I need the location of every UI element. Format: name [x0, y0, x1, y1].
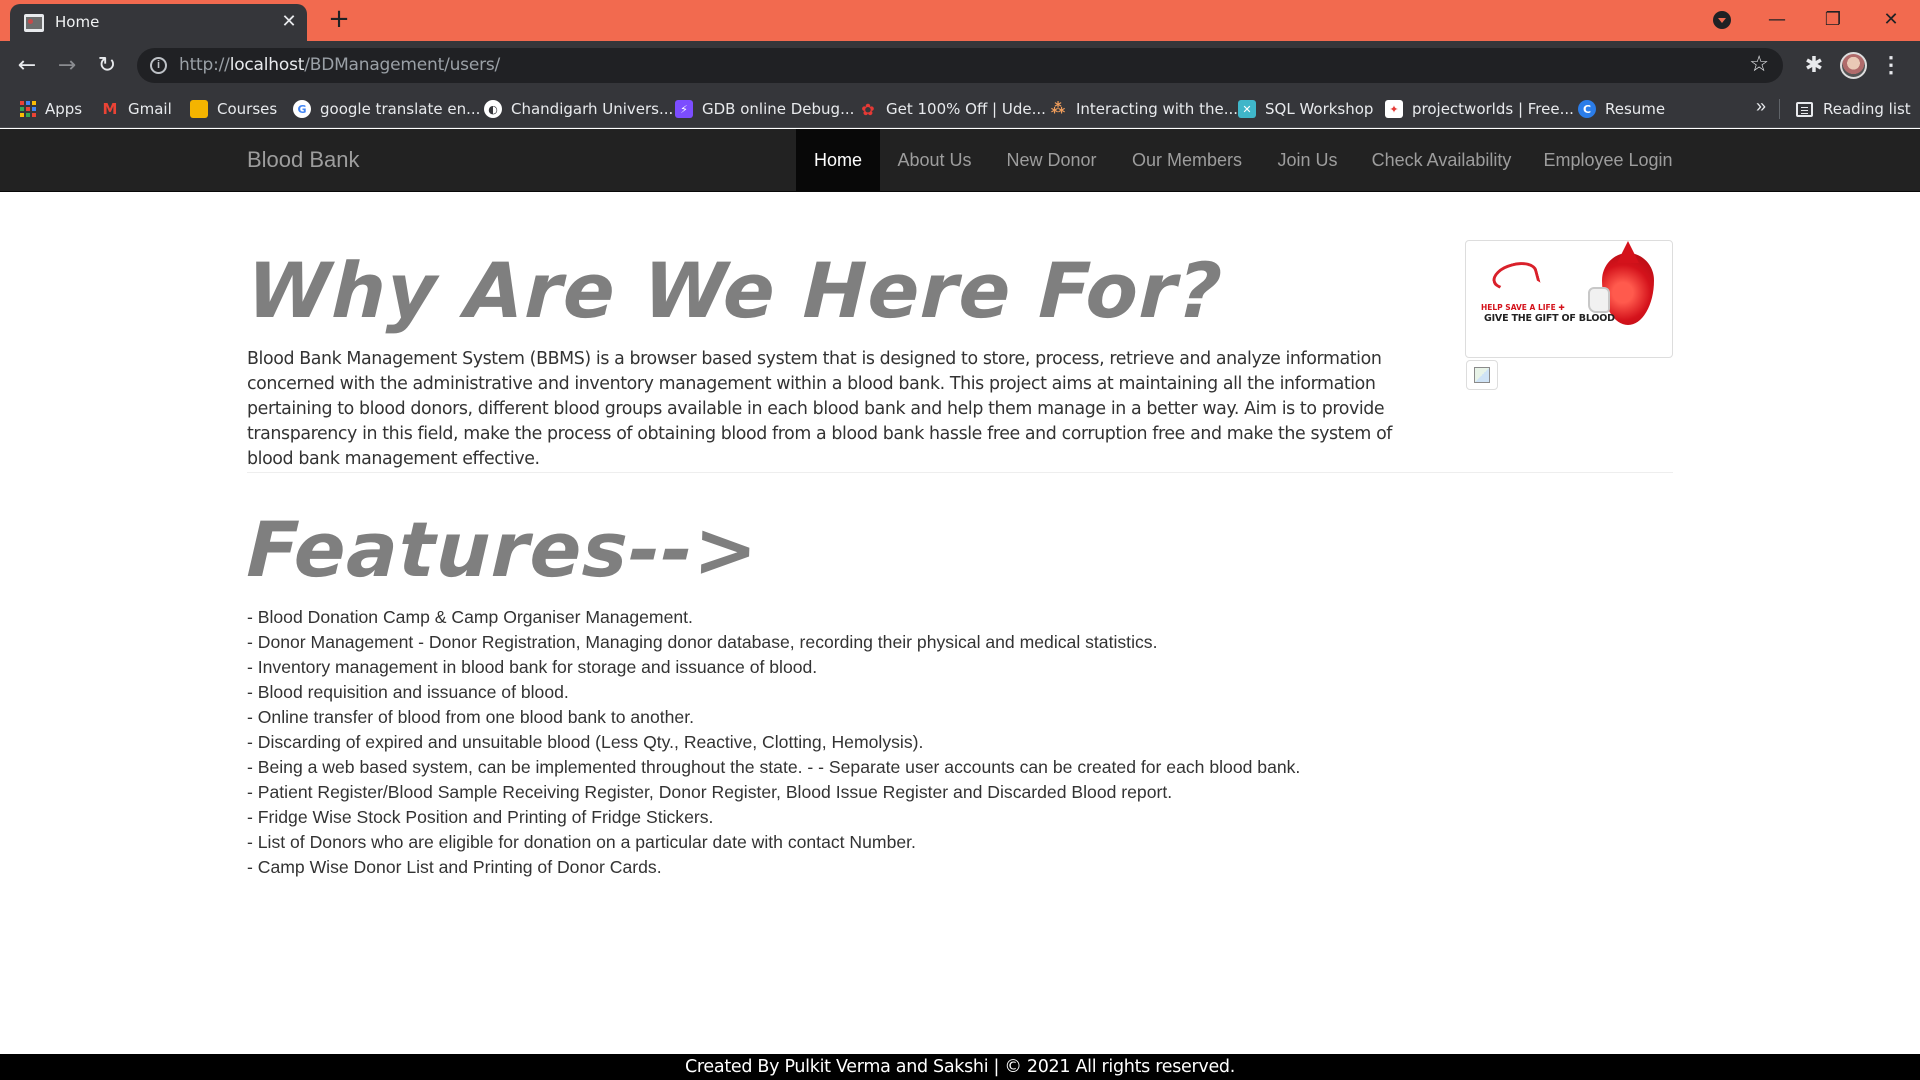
new-tab-button[interactable]: + [326, 6, 352, 33]
url-scheme: http:// [179, 55, 230, 75]
site-brand[interactable]: Blood Bank [247, 147, 360, 173]
url-host: localhost [229, 55, 305, 75]
feature-item: - Blood requisition and issuance of bloo… [247, 682, 569, 702]
site-footer: Created By Pulkit Verma and Sakshi | © 2… [0, 1054, 1920, 1080]
gmail-icon: M [102, 100, 118, 118]
bookmark-gmail[interactable]: M Gmail [101, 99, 172, 119]
tab-search-icon[interactable] [1713, 11, 1731, 29]
close-window-button[interactable]: ✕ [1876, 6, 1906, 34]
intro-paragraph: Blood Bank Management System (BBMS) is a… [247, 349, 1393, 469]
feature-item: - Camp Wise Donor List and Printing of D… [247, 857, 662, 877]
footer-text: Created By Pulkit Verma and Sakshi | © 2… [685, 1057, 1235, 1077]
nav-check-availability[interactable]: Check Availability [1355, 129, 1528, 192]
bookmark-sql-workshop[interactable]: ✕ SQL Workshop [1238, 99, 1373, 119]
bookmark-label: projectworlds | Free... [1412, 100, 1574, 118]
apps-grid-icon [20, 101, 36, 117]
address-url[interactable]: http://localhost/BDManagement/users/ [179, 55, 500, 75]
bookmark-label: SQL Workshop [1265, 100, 1374, 118]
bookmark-gdb[interactable]: ⚡ GDB online Debug... [675, 99, 854, 119]
bookmark-apps[interactable]: Apps [20, 99, 82, 119]
reading-list-label: Reading list [1823, 100, 1911, 118]
bookmark-chandigarh[interactable]: ◐ Chandigarh Univers... [484, 99, 673, 119]
close-tab-icon[interactable]: ✕ [279, 11, 299, 31]
feature-item: - Online transfer of blood from one bloo… [247, 707, 694, 727]
nav-join-us[interactable]: Join Us [1260, 129, 1355, 192]
handshake-icon: ⁂ [1050, 101, 1066, 117]
bookmark-star-icon[interactable]: ☆ [1749, 51, 1769, 77]
globe-icon: ◐ [484, 100, 502, 118]
bookmark-interacting[interactable]: ⁂ Interacting with the... [1049, 99, 1238, 119]
blood-donation-illustration: HELP SAVE A LIFE ✚ GIVE THE GIFT OF BLOO… [1470, 241, 1668, 353]
feature-item: - List of Donors who are eligible for do… [247, 832, 916, 852]
projectworlds-icon: ✦ [1385, 100, 1403, 118]
bookmark-label: GDB online Debug... [702, 100, 855, 118]
bookmark-label: Resume [1605, 100, 1666, 118]
bookmark-label: Get 100% Off | Ude... [886, 100, 1046, 118]
bookmarks-overflow-button[interactable]: » [1756, 96, 1766, 117]
site-info-icon[interactable]: i [150, 57, 167, 74]
feature-item: - Blood Donation Camp & Camp Organiser M… [247, 607, 693, 627]
bookmark-projectworlds[interactable]: ✦ projectworlds | Free... [1385, 99, 1574, 119]
features-heading: Features--> [245, 505, 760, 594]
forward-icon[interactable]: → [52, 51, 82, 81]
browser-tab-home[interactable]: Home ✕ [10, 4, 307, 41]
bookmark-label: Chandigarh Univers... [511, 100, 674, 118]
bookmarks-divider [1779, 99, 1780, 119]
back-icon[interactable]: ← [12, 51, 42, 81]
bookmark-google-translate[interactable]: G google translate en... [293, 99, 480, 119]
site-navbar: Blood Bank Home About Us New Donor Our M… [0, 129, 1920, 192]
udemy-icon: ✿ [861, 99, 875, 119]
bookmark-courses[interactable]: Courses [190, 99, 277, 119]
image-slogan-bottom: GIVE THE GIFT OF BLOOD [1484, 313, 1615, 324]
bookmark-label: Courses [217, 100, 278, 118]
reading-list-button[interactable]: Reading list [1796, 99, 1911, 119]
feature-item: - Inventory management in blood bank for… [247, 657, 818, 677]
google-icon: G [293, 100, 311, 118]
site-favicon-icon [24, 14, 44, 32]
nav-about-us[interactable]: About Us [880, 129, 989, 192]
browser-menu-icon[interactable]: ⋮ [1880, 51, 1902, 79]
bookmark-label: Apps [45, 100, 83, 118]
section-divider [247, 472, 1673, 473]
bookmarks-bar: Apps M Gmail Courses G google translate … [0, 90, 1920, 128]
sql-icon: ✕ [1238, 100, 1256, 118]
bookmark-label: Interacting with the... [1076, 100, 1239, 118]
nav-new-donor[interactable]: New Donor [989, 129, 1114, 192]
reload-icon[interactable]: ↻ [92, 51, 122, 81]
browser-toolbar: ← → ↻ i http://localhost/BDManagement/us… [0, 41, 1920, 90]
bookmark-label: google translate en... [320, 100, 481, 118]
url-path: /BDManagement/users/ [304, 55, 501, 75]
hero-heading: Why Are We Here For? [245, 246, 1225, 335]
minimize-button[interactable]: — [1762, 6, 1792, 34]
courses-icon [190, 100, 208, 118]
restore-button[interactable]: ❐ [1818, 6, 1848, 34]
image-slogan-top: HELP SAVE A LIFE ✚ [1481, 303, 1565, 312]
nav-employee-login[interactable]: Employee Login [1528, 129, 1688, 192]
blood-donation-image: HELP SAVE A LIFE ✚ GIVE THE GIFT OF BLOO… [1465, 240, 1673, 358]
browser-tab-strip: Home ✕ + — ❐ ✕ [0, 0, 1920, 41]
feature-item: - Fridge Wise Stock Position and Printin… [247, 807, 714, 827]
nav-home[interactable]: Home [796, 129, 880, 192]
feature-item: - Discarding of expired and unsuitable b… [247, 732, 924, 752]
feature-item: - Being a web based system, can be imple… [247, 757, 1301, 777]
bookmark-udemy[interactable]: ✿ Get 100% Off | Ude... [859, 99, 1046, 119]
nav-our-members[interactable]: Our Members [1114, 129, 1260, 192]
profile-avatar[interactable] [1840, 52, 1867, 79]
heart-ribbon-icon [1489, 257, 1541, 295]
broken-image-icon [1466, 360, 1498, 390]
tab-title: Home [55, 13, 100, 31]
reading-list-icon [1796, 101, 1813, 117]
feature-item: - Patient Register/Blood Sample Receivin… [247, 782, 1173, 802]
address-bar[interactable]: i http://localhost/BDManagement/users/ ☆ [137, 48, 1783, 83]
features-list: - Blood Donation Camp & Camp Organiser M… [247, 605, 1300, 880]
extensions-puzzle-icon[interactable]: ✱ [1800, 51, 1828, 79]
gdb-icon: ⚡ [675, 100, 693, 118]
bookmark-resume[interactable]: C Resume [1578, 99, 1665, 119]
thumbs-up-icon [1588, 287, 1610, 313]
resume-icon: C [1578, 100, 1596, 118]
bookmark-label: Gmail [128, 100, 172, 118]
feature-item: - Donor Management - Donor Registration,… [247, 632, 1158, 652]
